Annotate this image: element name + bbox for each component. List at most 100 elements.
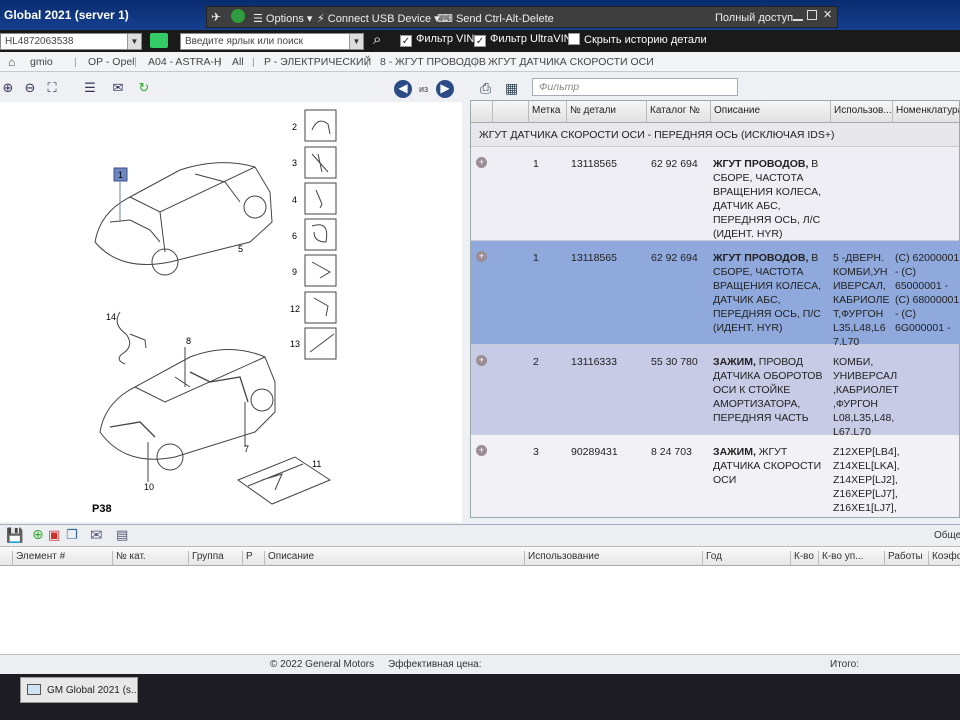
minimize-button[interactable] xyxy=(793,9,803,21)
close-button[interactable]: ✕ xyxy=(823,8,832,21)
next-page-button[interactable]: ▶ xyxy=(436,80,454,98)
vin-value: HL4872063538 xyxy=(5,36,74,47)
breadcrumb-item[interactable]: All xyxy=(232,56,244,68)
search-icon[interactable]: ⌕ xyxy=(373,31,381,48)
send-ctrl-alt-del-button[interactable]: ⌨ Send Ctrl-Alt-Delete xyxy=(437,12,554,25)
summary-label: Обще xyxy=(934,530,960,541)
search-placeholder: Введите ярлык или поиск xyxy=(185,36,303,47)
column-header[interactable]: К-во xyxy=(790,551,814,566)
column-header[interactable]: Группа xyxy=(188,551,224,566)
restore-button[interactable] xyxy=(807,10,817,20)
add-to-list-icon[interactable]: + xyxy=(476,445,487,456)
row-catalog-no: 62 92 694 xyxy=(651,252,698,264)
add-to-list-icon[interactable]: + xyxy=(476,251,487,262)
column-header[interactable]: Элемент # xyxy=(12,551,65,566)
table-row[interactable]: + 3 90289431 8 24 703 ЗАЖИМ, ЖГУТ ДАТЧИК… xyxy=(471,435,959,517)
copyright-text: © 2022 General Motors xyxy=(270,659,375,670)
column-header[interactable]: Использов... xyxy=(831,101,893,123)
breadcrumb: ⌂ gmio | OP - Opel | A04 - ASTRA-H | All… xyxy=(0,52,960,72)
column-header[interactable]: Год xyxy=(702,551,722,566)
callout-label: 10 xyxy=(144,482,154,492)
breadcrumb-item[interactable]: 8 - ЖГУТ ПРОВОДОВ xyxy=(380,56,486,68)
column-header[interactable]: Использование xyxy=(524,551,599,566)
column-header-icon xyxy=(471,101,493,123)
chevron-down-icon[interactable]: ▼ xyxy=(127,34,141,49)
row-catalog-no: 55 30 780 xyxy=(651,356,698,368)
callout-label: 6 xyxy=(292,231,297,241)
table-row[interactable]: + 1 13118565 62 92 694 ЖГУТ ПРОВОДОВ, В … xyxy=(471,147,959,241)
main-toolbar: HL4872063538 ▼ Введите ярлык или поиск ▼… xyxy=(0,30,960,52)
delete-icon[interactable]: ▣ xyxy=(48,527,60,543)
row-description: ЗАЖИМ, ПРОВОД ДАТЧИКА ОБОРОТОВ ОСИ К СТО… xyxy=(713,356,823,424)
connect-usb-menu[interactable]: ⚡ Connect USB Device ▾ xyxy=(317,12,440,25)
breadcrumb-item[interactable]: P - ЭЛЕКТРИЧЕСКИЙ xyxy=(264,56,371,68)
checkbox-checked-icon: ✓ xyxy=(474,35,486,47)
callout-label: 11 xyxy=(312,459,321,469)
row-description: ЗАЖИМ, ЖГУТ ДАТЧИКА СКОРОСТИ ОСИ xyxy=(713,446,822,486)
row-part-no: 13118565 xyxy=(571,158,617,170)
diagram-toolbar: ⊕ ⊖ ⛶ ☰ ✉ ↻ ◀ из ▶ xyxy=(0,78,460,100)
hide-history-checkbox[interactable]: Скрыть историю детали xyxy=(568,33,707,49)
add-icon[interactable]: ⊕ xyxy=(32,526,44,543)
refresh-icon[interactable]: ↻ xyxy=(136,80,152,96)
print-icon[interactable]: ⎙ xyxy=(480,80,491,97)
fullscreen-label[interactable]: Полный доступ xyxy=(715,12,793,24)
column-header[interactable]: К-во уп... xyxy=(818,551,863,566)
list-icon[interactable]: ☰ xyxy=(82,80,98,96)
page-separator: из xyxy=(419,84,429,94)
vehicle-icon[interactable] xyxy=(150,33,168,48)
column-header[interactable]: Каталог № xyxy=(647,101,711,123)
column-header[interactable]: № детали xyxy=(567,101,647,123)
callout-label: 3 xyxy=(292,158,297,168)
table-icon[interactable]: ▦ xyxy=(505,80,518,97)
add-to-list-icon[interactable]: + xyxy=(476,157,487,168)
callout-label: 1 xyxy=(118,170,123,180)
callout-label: 13 xyxy=(290,339,300,349)
breadcrumb-item[interactable]: gmio xyxy=(30,56,53,68)
filter-ultravin-checkbox[interactable]: ✓ Фильтр UltraVIN xyxy=(474,33,572,49)
callout-label: 7 xyxy=(244,444,249,454)
column-header[interactable]: № кат. xyxy=(112,551,146,566)
table-row[interactable]: + 2 13116333 55 30 780 ЗАЖИМ, ПРОВОД ДАТ… xyxy=(471,345,959,438)
zoom-out-icon[interactable]: ⊖ xyxy=(22,80,38,96)
vin-combo[interactable]: HL4872063538 ▼ xyxy=(0,33,142,50)
row-usage: Z12XEP[LB4], Z14XEL[LKA], Z14XEP[LJ2], Z… xyxy=(833,446,900,517)
row-usage: КОМБИ, УНИВЕРСАЛ ,КАБРИОЛЕТ ,ФУРГОН L08,… xyxy=(833,356,899,438)
pin-icon[interactable]: ✈ xyxy=(211,10,221,24)
total-label: Итого: xyxy=(830,659,859,670)
column-header[interactable]: Описание xyxy=(264,551,314,566)
fit-icon[interactable]: ⛶ xyxy=(44,80,60,96)
save-icon[interactable]: 💾 xyxy=(6,527,23,544)
callout-label: 2 xyxy=(292,122,297,132)
row-part-no: 13118565 xyxy=(571,252,617,264)
table-row-selected[interactable]: + 1 13118565 62 92 694 ЖГУТ ПРОВОДОВ, В … xyxy=(471,241,959,348)
taskbar-app-button[interactable]: GM Global 2021 (s... xyxy=(20,677,138,703)
search-combo[interactable]: Введите ярлык или поиск ▼ xyxy=(180,33,364,50)
breadcrumb-item[interactable]: OP - Opel xyxy=(88,56,135,68)
chevron-down-icon[interactable]: ▼ xyxy=(349,34,363,49)
email-icon[interactable]: ✉ xyxy=(90,526,103,544)
home-icon[interactable]: ⌂ xyxy=(8,55,15,69)
parts-list-body[interactable] xyxy=(0,566,960,654)
breadcrumb-item[interactable]: A04 - ASTRA-H xyxy=(148,56,222,68)
column-header[interactable]: Коэфф xyxy=(928,551,960,566)
parts-filter-input[interactable]: Фильтр xyxy=(532,78,738,96)
column-header[interactable]: Описание xyxy=(711,101,831,123)
column-header[interactable]: Номенклатура xyxy=(893,101,959,123)
column-header[interactable]: P xyxy=(242,551,253,566)
copy-icon[interactable]: ❐ xyxy=(66,527,78,543)
window-icon xyxy=(27,684,41,695)
email-icon[interactable]: ✉ xyxy=(106,80,130,96)
add-to-list-icon[interactable]: + xyxy=(476,355,487,366)
document-icon[interactable]: ▤ xyxy=(116,527,128,543)
breadcrumb-item[interactable]: ЖГУТ ДАТЧИКА СКОРОСТИ ОСИ xyxy=(488,56,654,68)
column-header[interactable]: Работы xyxy=(884,551,923,566)
diagram-drawing: 1 2 3 4 5 6 7 8 9 10 11 12 13 14 P38 xyxy=(92,109,337,515)
options-menu[interactable]: ☰ Options ▾ xyxy=(253,12,312,25)
window-title: Global 2021 (server 1) xyxy=(4,8,129,22)
zoom-in-icon[interactable]: ⊕ xyxy=(0,80,16,96)
callout-label: 14 xyxy=(106,312,116,322)
filter-vin-checkbox[interactable]: ✓ Фильтр VIN xyxy=(400,33,474,49)
previous-page-button[interactable]: ◀ xyxy=(394,80,412,98)
column-header[interactable]: Метка xyxy=(529,101,567,123)
